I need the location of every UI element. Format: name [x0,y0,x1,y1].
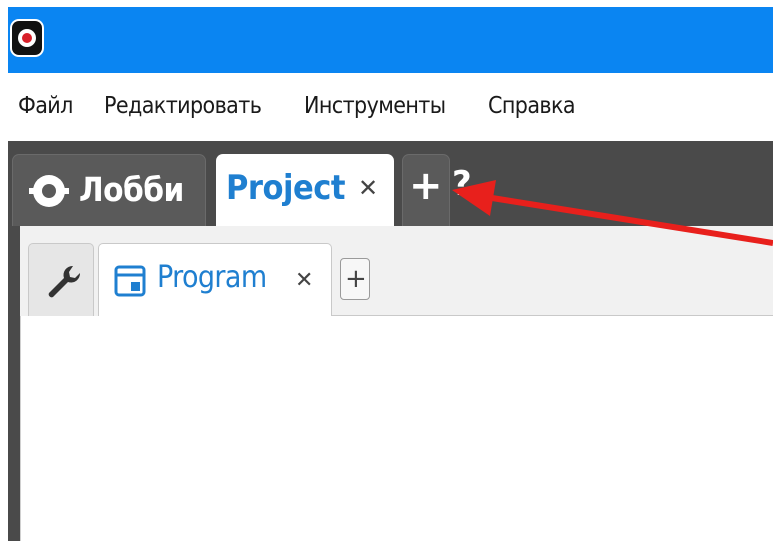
lobby-icon [29,175,69,207]
tab-lobby[interactable]: Лобби [12,154,206,226]
wrench-icon [48,265,81,298]
sub-tab-program-label: Program [157,260,267,295]
tab-project-close-icon[interactable]: ✕ [358,174,378,202]
add-sub-tab-button[interactable]: + [340,258,370,300]
add-tab-button[interactable]: + [402,154,450,226]
workspace: Program ✕ + [20,226,773,541]
program-content-area[interactable] [20,316,773,541]
menu-file[interactable]: Файл [18,93,73,119]
plus-icon: + [345,264,367,294]
sub-tab-program-close-icon[interactable]: ✕ [295,268,313,293]
title-bar [8,7,773,73]
app-logo-icon[interactable] [12,21,42,55]
plus-icon: + [409,163,443,209]
tab-lobby-label: Лобби [79,170,184,209]
program-window-icon [114,265,146,297]
tab-project[interactable]: Project ✕ [216,154,394,236]
sub-tab-tools[interactable] [28,243,94,316]
tab-project-label: Project [226,168,346,208]
sub-tab-bar: Program ✕ + [20,226,773,319]
menu-help[interactable]: Справка [488,93,576,119]
menu-edit[interactable]: Редактировать [104,93,262,119]
help-icon[interactable]: ? [452,158,472,210]
menu-tools[interactable]: Инструменты [304,93,446,119]
sub-tab-program[interactable]: Program ✕ [98,243,332,319]
menu-bar: Файл Редактировать Инструменты Справка [8,73,773,141]
